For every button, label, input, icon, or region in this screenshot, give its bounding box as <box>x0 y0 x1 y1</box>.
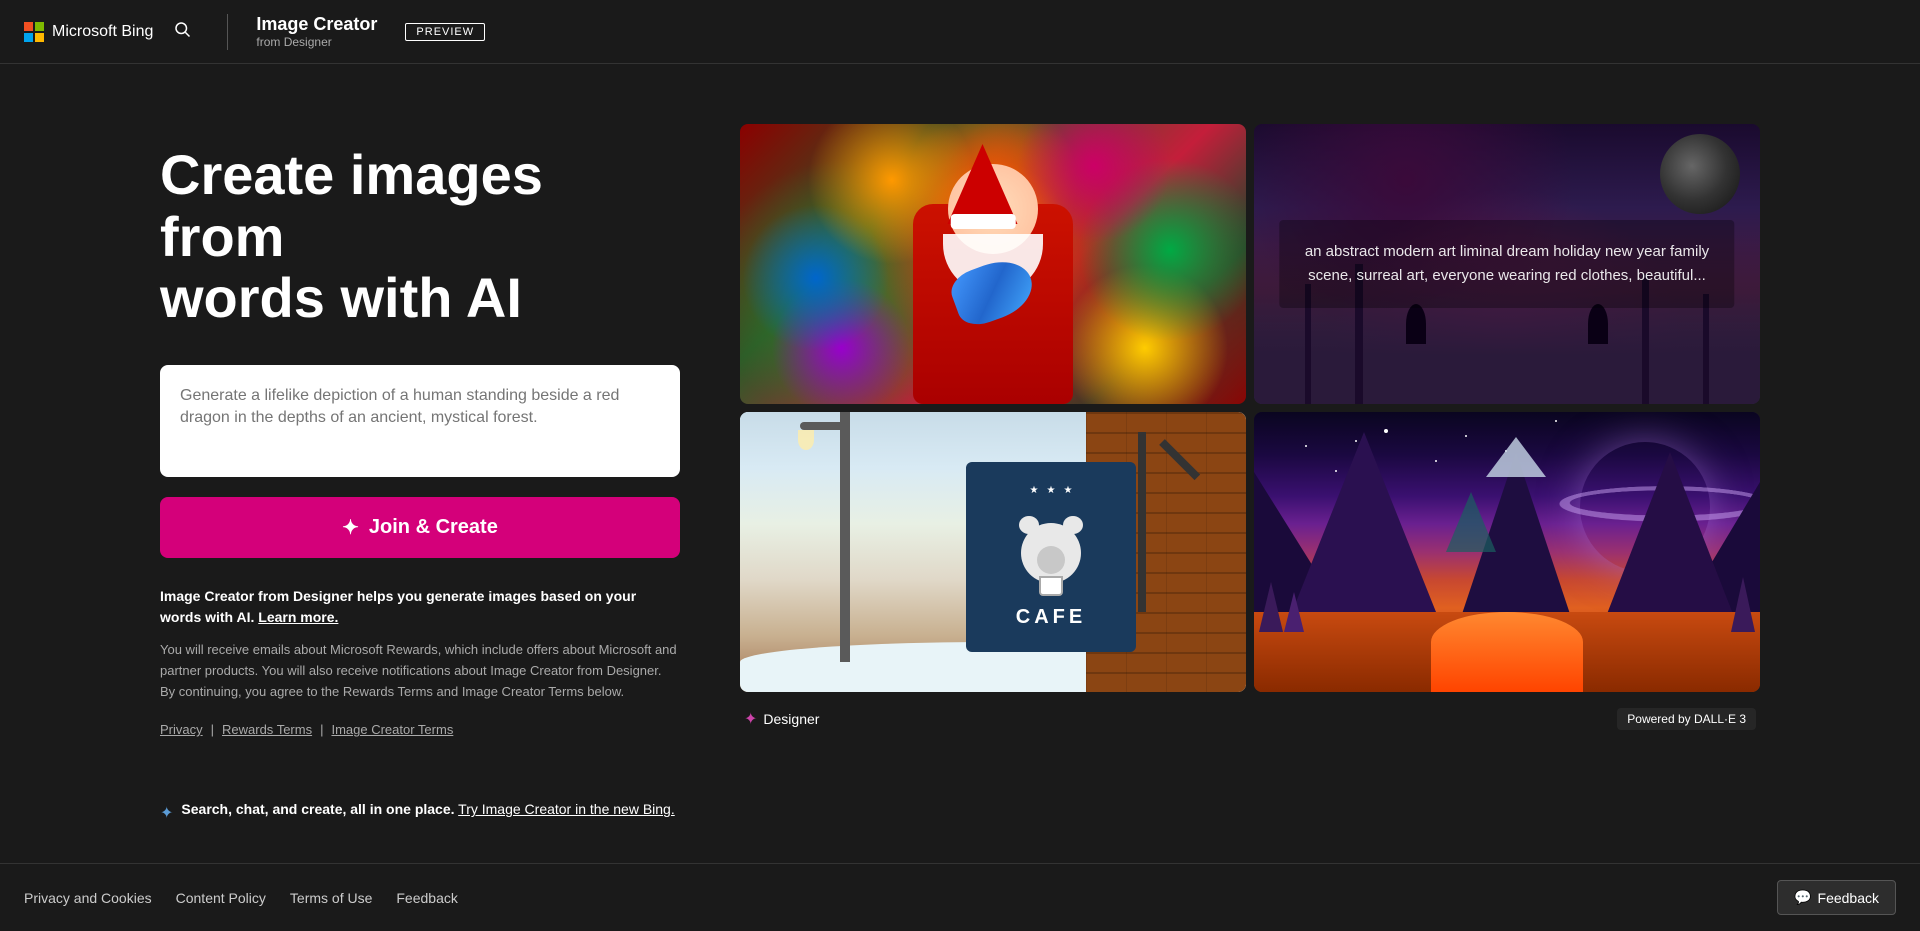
privacy-cookies-link[interactable]: Privacy and Cookies <box>24 890 152 906</box>
footer: Privacy and Cookies Content Policy Terms… <box>0 863 1920 931</box>
header: Microsoft Bing Image Creator from Design… <box>0 0 1920 64</box>
gallery-image-2[interactable]: an abstract modern art liminal dream hol… <box>1254 124 1760 404</box>
feedback-icon: 💬 <box>1794 889 1811 906</box>
header-left: Microsoft Bing Image Creator from Design… <box>24 14 485 50</box>
rewards-terms-link[interactable]: Rewards Terms <box>222 722 312 769</box>
abstract-description: an abstract modern art liminal dream hol… <box>1279 220 1734 308</box>
prompt-input[interactable] <box>180 385 660 452</box>
bing-promo-link[interactable]: Try Image Creator in the new Bing. <box>458 801 675 817</box>
abstract-sphere <box>1660 134 1740 214</box>
hero-title: Create images from words with AI <box>160 144 680 329</box>
description-bold: Image Creator from Designer helps you ge… <box>160 586 680 628</box>
dalle-badge: Powered by DALL·E 3 <box>1617 708 1756 730</box>
left-panel: Create images from words with AI ✦ Join … <box>160 124 680 823</box>
bing-label: Microsoft Bing <box>52 23 153 41</box>
bing-promo-text: Search, chat, and create, all in one pla… <box>181 801 674 817</box>
preview-badge: PREVIEW <box>405 23 485 41</box>
join-create-button[interactable]: ✦ Join & Create <box>160 497 680 558</box>
terms-links: Privacy | Rewards Terms | Image Creator … <box>160 722 680 769</box>
image-creator-subtitle: from Designer <box>256 35 377 49</box>
terms-of-use-link[interactable]: Terms of Use <box>290 890 372 906</box>
header-divider <box>227 14 228 50</box>
search-button[interactable] <box>165 16 199 47</box>
ms-bing-logo[interactable]: Microsoft Bing <box>24 22 153 42</box>
footer-links: Privacy and Cookies Content Policy Terms… <box>24 890 458 906</box>
gallery-image-1[interactable] <box>740 124 1246 404</box>
gallery-image-3[interactable]: ★ ★ ★ CAFE <box>740 412 1246 692</box>
learn-more-link[interactable]: Learn more. <box>258 609 338 625</box>
image-creator-terms-link[interactable]: Image Creator Terms <box>331 722 453 769</box>
right-panel: an abstract modern art liminal dream hol… <box>740 124 1760 823</box>
feedback-button[interactable]: 💬 Feedback <box>1777 880 1896 915</box>
prompt-input-container <box>160 365 680 477</box>
image-creator-brand: Image Creator from Designer <box>256 14 377 50</box>
image-creator-title: Image Creator <box>256 14 377 36</box>
privacy-link[interactable]: Privacy <box>160 722 203 737</box>
image-grid: an abstract modern art liminal dream hol… <box>740 124 1760 692</box>
description-small: You will receive emails about Microsoft … <box>160 640 680 702</box>
designer-icon: ✦ <box>744 709 757 729</box>
main-content: Create images from words with AI ✦ Join … <box>0 64 1920 863</box>
sparkle-icon: ✦ <box>342 515 359 540</box>
gallery-image-4[interactable] <box>1254 412 1760 692</box>
grid-footer: ✦ Designer Powered by DALL·E 3 <box>740 700 1760 738</box>
designer-label: ✦ Designer <box>744 709 819 729</box>
content-policy-link[interactable]: Content Policy <box>176 890 266 906</box>
feedback-link[interactable]: Feedback <box>396 890 457 906</box>
bing-promo-icon: ✦ <box>160 803 173 823</box>
ms-windows-icon <box>24 22 44 42</box>
bing-promo: ✦ Search, chat, and create, all in one p… <box>160 801 680 823</box>
